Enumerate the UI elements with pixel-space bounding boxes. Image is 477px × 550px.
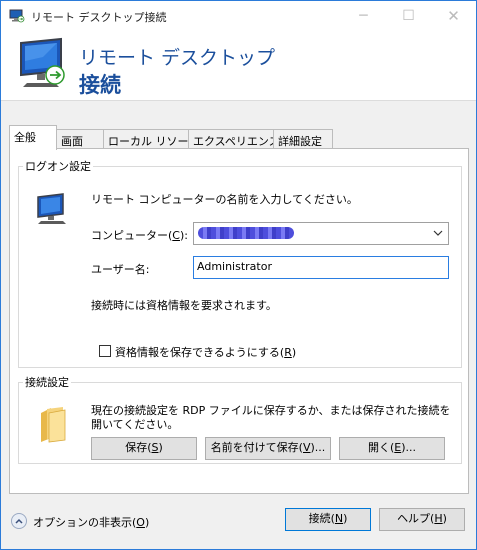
options-label[interactable]: オプションの非表示(O) — [33, 514, 149, 530]
remote-desktop-monitor-icon — [20, 37, 65, 87]
save-credentials-label[interactable]: 資格情報を保存できるようにする(R) — [115, 344, 296, 360]
save-as-button[interactable]: 名前を付けて保存(V)... — [205, 437, 331, 460]
title-bar[interactable]: リモート デスクトップ接続 ─ ☐ ✕ — [1, 1, 476, 31]
computer-icon — [37, 193, 66, 224]
minimize-button[interactable]: ─ — [341, 1, 386, 31]
connect-button[interactable]: 接続(N) — [285, 508, 371, 531]
save-button[interactable]: 保存(S) — [91, 437, 197, 460]
computer-prompt-text: リモート コンピューターの名前を入力してください。 — [91, 193, 358, 206]
connection-desc-line2: 開いてください。 — [91, 418, 179, 431]
open-button[interactable]: 開く(E)... — [339, 437, 445, 460]
connection-settings-group: 接続設定 現在の接続設定を RDP ファイルに保存するか、または保存された接続を… — [18, 374, 462, 464]
rdp-app-icon — [9, 9, 25, 23]
computer-combobox[interactable] — [193, 222, 449, 245]
computer-name-redacted — [198, 227, 294, 239]
tab-advanced[interactable]: 詳細設定 — [273, 129, 333, 150]
computer-label: コンピューター(C): — [91, 229, 188, 242]
window-title: リモート デスクトップ接続 — [31, 11, 167, 24]
maximize-icon: ☐ — [402, 8, 415, 24]
chevron-down-icon[interactable] — [432, 226, 444, 240]
username-label: ユーザー名: — [91, 263, 150, 276]
banner-title-line2: 接続 — [79, 73, 121, 97]
tab-local-resources[interactable]: ローカル リソース — [103, 129, 199, 150]
save-credentials-checkbox[interactable] — [99, 345, 111, 357]
minimize-icon: ─ — [359, 8, 368, 24]
collapse-options-icon[interactable] — [11, 513, 27, 529]
banner-title-line1: リモート デスクトップ — [79, 47, 276, 69]
rdp-window: リモート デスクトップ接続 ─ ☐ ✕ リモート デスクトップ 接続 全般 画面… — [0, 0, 477, 550]
close-button[interactable]: ✕ — [431, 1, 476, 31]
close-icon: ✕ — [447, 7, 460, 25]
header-banner: リモート デスクトップ 接続 — [1, 31, 476, 101]
general-tab-panel: ログオン設定 リモート コンピューターの名前を入力してください。 コンピューター… — [9, 148, 469, 494]
maximize-button[interactable]: ☐ — [386, 1, 431, 31]
logon-settings-group: ログオン設定 リモート コンピューターの名前を入力してください。 コンピューター… — [18, 158, 462, 368]
logon-settings-title: ログオン設定 — [25, 160, 91, 173]
connection-settings-title: 接続設定 — [25, 376, 69, 389]
tab-display[interactable]: 画面 — [56, 129, 104, 150]
chevron-up-icon — [15, 518, 23, 524]
username-field[interactable]: Administrator — [193, 256, 449, 279]
help-button[interactable]: ヘルプ(H) — [379, 508, 465, 531]
credentials-note: 接続時には資格情報を要求されます。 — [91, 299, 277, 312]
tab-experience[interactable]: エクスペリエンス — [188, 129, 280, 150]
folder-icon — [41, 407, 66, 443]
tab-general[interactable]: 全般 — [9, 125, 57, 150]
